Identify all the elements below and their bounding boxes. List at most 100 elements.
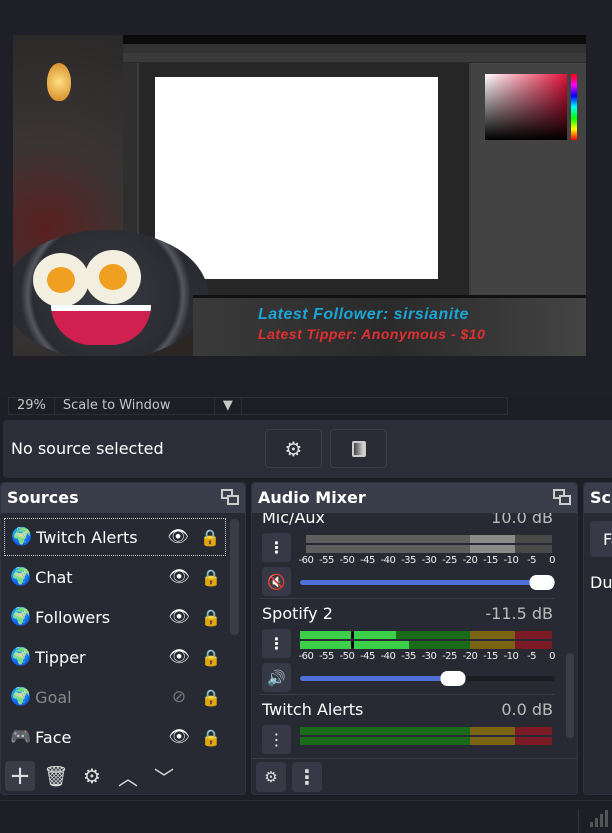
filters-button[interactable] (330, 429, 387, 468)
lock-icon[interactable]: 🔒 (195, 528, 225, 547)
meter-tick-label: -45 (360, 651, 375, 662)
channel-menu-button[interactable]: ⋮ (262, 533, 291, 562)
mixer-menu-button[interactable]: ⋮ (292, 761, 322, 792)
volume-slider[interactable] (300, 671, 555, 686)
move-down-button[interactable]: ﹀ (149, 761, 179, 791)
chevron-up-icon: ︿ (118, 765, 138, 790)
eye-slash-icon[interactable]: ⊘ (162, 687, 196, 707)
meter-tick-label: -60 (298, 651, 314, 662)
meter-tick-label: -40 (380, 651, 396, 662)
mixer-channel: Spotify 2 -11.5 dB ⋮ -60 -55 -50 -45 -40 -35-… (260, 599, 555, 695)
sources-scrollbar[interactable] (230, 519, 239, 635)
meter-tick-label: -5 (527, 555, 536, 566)
volume-meter (300, 535, 555, 553)
filter-icon (351, 440, 366, 457)
channel-menu-button[interactable]: ⋮ (262, 725, 291, 754)
lock-icon[interactable]: 🔒 (196, 728, 226, 747)
source-label: Followers (35, 607, 111, 627)
mute-button[interactable]: 🔇 (262, 567, 291, 596)
source-toolbar: No source selected ⚙ (3, 420, 612, 478)
source-item[interactable]: 🌍 Followers 👁 🔒 (4, 598, 226, 636)
meter-tick-label: -55 (319, 555, 334, 566)
channel-volume-db: 10.0 dB (491, 513, 553, 527)
remove-source-button[interactable]: 🗑 (41, 761, 71, 791)
eye-icon[interactable]: 👁 (162, 647, 196, 667)
lock-icon[interactable]: 🔒 (196, 608, 226, 627)
mixer-channel: Twitch Alerts 0.0 dB ⋮ ⋮ (260, 695, 555, 758)
meter-level (300, 641, 409, 649)
advanced-audio-button[interactable]: ⚙ (256, 761, 286, 792)
status-bar (0, 800, 612, 833)
signal-strength-icon (590, 809, 608, 827)
meter-red (515, 737, 552, 745)
globe-icon: 🌍 (10, 647, 32, 667)
eye-icon[interactable]: 👁 (162, 607, 196, 627)
meter-tick-label: -5 (527, 651, 536, 662)
meter-level (300, 631, 397, 639)
meter-yellow (470, 631, 516, 639)
mute-button[interactable]: 🔊 (262, 663, 291, 692)
meter-tick-label: -20 (462, 555, 478, 566)
source-item[interactable]: 🌍 Chat 👁 🔒 (4, 558, 226, 596)
volume-slider[interactable] (300, 575, 555, 590)
latest-follower-text: Latest Follower: sirsianite (258, 306, 469, 323)
move-up-button[interactable]: ︿ (113, 761, 143, 791)
gear-icon: ⚙ (83, 764, 101, 788)
properties-button[interactable]: ⚙ (265, 429, 322, 468)
undock-icon[interactable] (221, 489, 239, 505)
meter-tick-label: -20 (462, 651, 478, 662)
globe-icon: 🌍 (11, 527, 33, 547)
meter-yellow (470, 737, 516, 745)
meter-scale: -60 -55 -50 -45 -40 -35 -30 -25 -20 -15 -10 -5 0 (298, 555, 556, 567)
meter-red (515, 631, 552, 639)
meter-bar (515, 535, 552, 543)
more-vertical-icon: ⋮ (268, 538, 285, 557)
slider-handle[interactable] (529, 575, 555, 590)
lock-icon[interactable]: 🔒 (196, 688, 226, 707)
plus-icon: + (9, 761, 31, 791)
slider-handle[interactable] (440, 671, 466, 686)
photoshop-capture (123, 35, 586, 295)
channel-menu-button[interactable]: ⋮ (262, 629, 291, 658)
mixer-scrollbar[interactable] (566, 653, 574, 738)
source-item[interactable]: 🌍 Twitch Alerts 👁 🔒 (4, 518, 226, 556)
meter-tick-label: -60 (298, 555, 314, 566)
stream-banner: Latest Follower: sirsianite Latest Tippe… (193, 295, 586, 356)
lock-icon[interactable]: 🔒 (196, 648, 226, 667)
scale-mode-select[interactable]: Scale to Window (55, 398, 215, 414)
meter-yellow (470, 727, 516, 735)
channel-name: Spotify 2 (262, 604, 333, 623)
meter-green (300, 737, 470, 745)
chevron-down-icon[interactable]: ▼ (215, 398, 242, 414)
undock-icon[interactable] (553, 489, 571, 505)
lock-icon[interactable]: 🔒 (196, 568, 226, 587)
sources-toolbar: + 🗑 ⚙ ︿ ﹀ (1, 758, 245, 794)
gear-icon: ⚙ (284, 436, 303, 461)
meter-tick-label: -45 (360, 555, 375, 566)
source-label: Twitch Alerts (36, 527, 138, 547)
transition-select[interactable]: Fa (590, 521, 612, 557)
meter-red (515, 727, 552, 735)
gears-icon: ⚙ (264, 767, 278, 786)
audio-mixer-title: Audio Mixer (252, 483, 577, 513)
source-item[interactable]: 🎮 Face 👁 🔒 (4, 718, 226, 756)
preview-area[interactable]: Latest Follower: sirsianite Latest Tippe… (0, 0, 612, 395)
meter-tick-label: -35 (401, 651, 416, 662)
preview-canvas[interactable]: Latest Follower: sirsianite Latest Tippe… (13, 35, 586, 356)
globe-icon: 🌍 (10, 567, 32, 587)
source-item[interactable]: 🌍 Tipper 👁 🔒 (4, 638, 226, 676)
eye-icon[interactable]: 👁 (162, 567, 196, 587)
channel-name: Mic/Aux (262, 513, 325, 527)
source-label: Chat (35, 567, 73, 587)
meter-tick-label: -50 (339, 651, 355, 662)
add-source-button[interactable]: + (5, 761, 35, 791)
sources-dock: Sources 🌍 Twitch Alerts 👁 🔒 🌍 Chat 👁 🔒 🌍 F… (0, 482, 246, 795)
duration-label: Dur (590, 573, 612, 592)
eye-icon[interactable]: 👁 (162, 727, 196, 747)
meter-tick-label: -40 (380, 555, 396, 566)
eye-icon[interactable]: 👁 (161, 527, 195, 547)
meter-tick-label: -10 (503, 651, 519, 662)
source-item[interactable]: 🌍 Goal ⊘ 🔒 (4, 678, 226, 716)
globe-icon: 🌍 (10, 687, 32, 707)
source-properties-button[interactable]: ⚙ (77, 761, 107, 791)
